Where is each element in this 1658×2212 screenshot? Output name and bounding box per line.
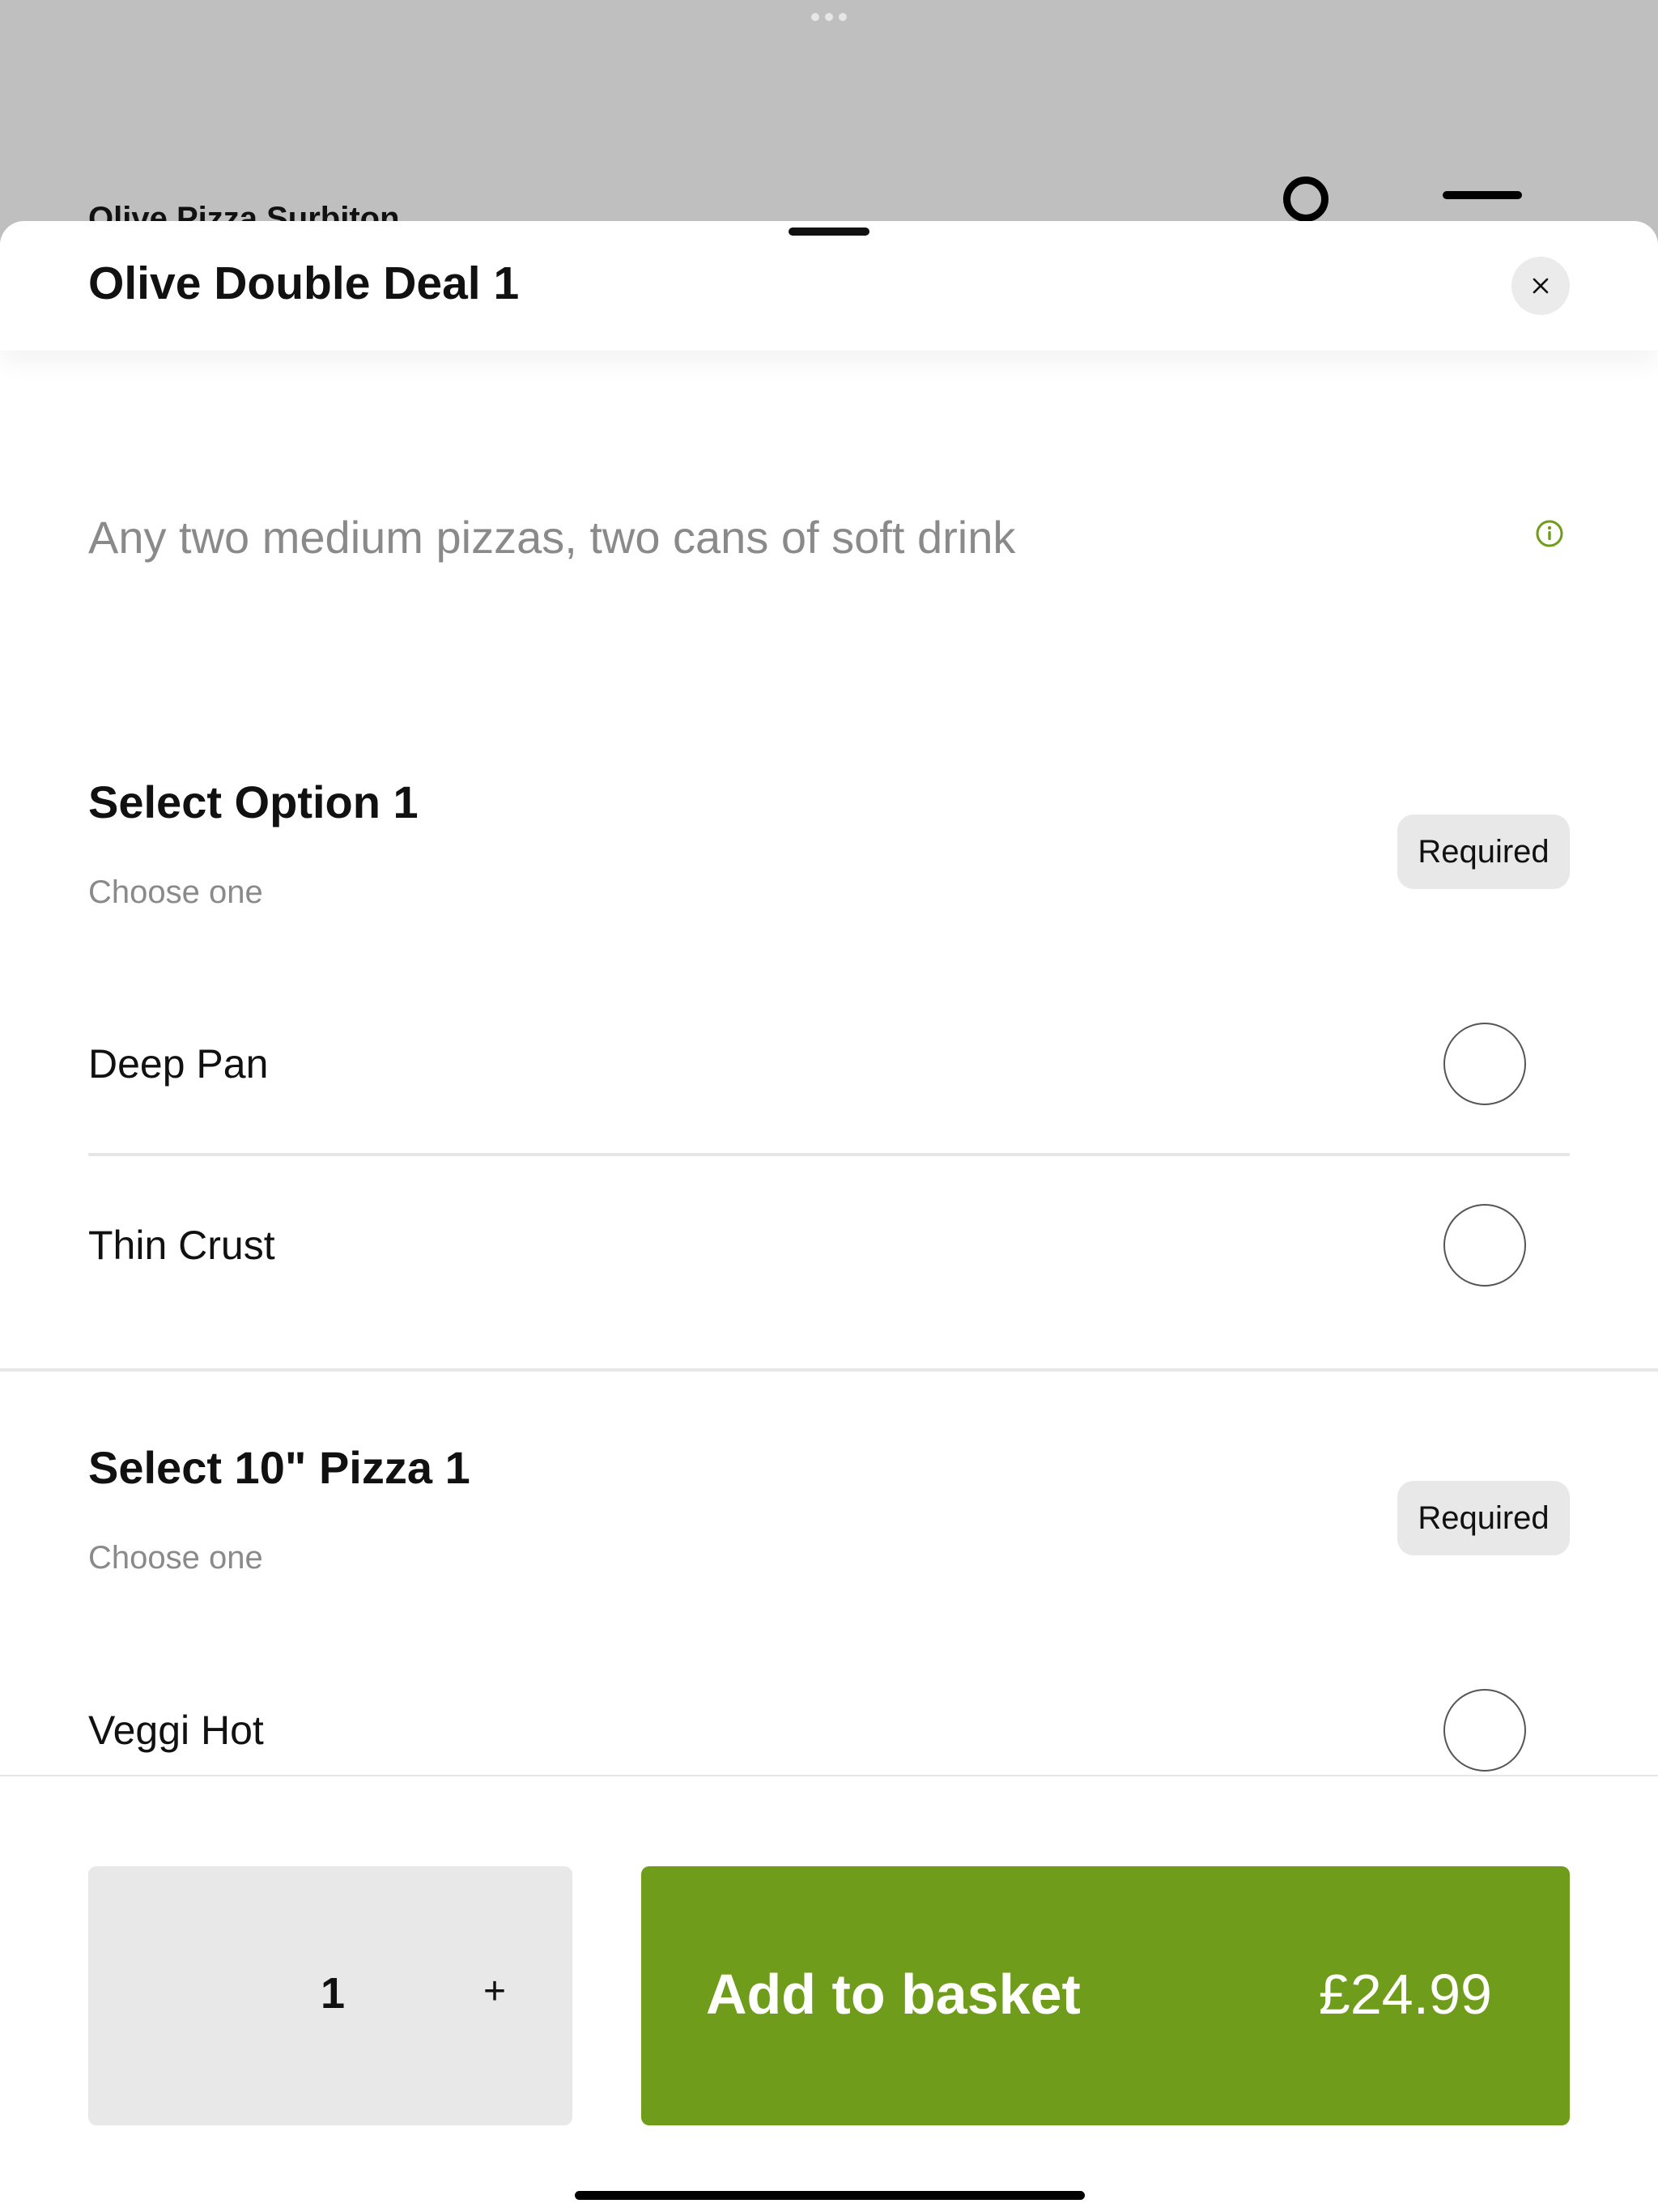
sheet-footer: 1 + Add to basket £24.99 — [0, 1775, 1658, 2212]
quantity-stepper: 1 + — [88, 1866, 572, 2125]
row-divider — [88, 1153, 1570, 1156]
quantity-value: 1 — [320, 1969, 346, 2018]
required-badge: Required — [1397, 1481, 1570, 1555]
section-title-pizza-1: Select 10" Pizza 1 — [88, 1442, 470, 1493]
home-indicator[interactable] — [575, 2191, 1085, 2200]
info-icon[interactable] — [1535, 519, 1564, 548]
item-description: Any two medium pizzas, two cans of soft … — [88, 512, 1016, 563]
menu-icon[interactable] — [1443, 191, 1522, 199]
option-row-deep-pan[interactable]: Deep Pan — [88, 983, 1570, 1145]
user-icon[interactable] — [1283, 177, 1329, 222]
add-to-basket-button[interactable]: Add to basket £24.99 — [641, 1866, 1570, 2125]
multitasking-dots-icon[interactable] — [811, 13, 847, 21]
section-divider — [0, 1368, 1658, 1372]
radio-button[interactable] — [1443, 1204, 1526, 1287]
sheet-grabber[interactable] — [789, 228, 869, 236]
option-label: Thin Crust — [88, 1223, 275, 1268]
item-title: Olive Double Deal 1 — [88, 257, 520, 309]
item-options-sheet: Olive Double Deal 1 Any two medium pizza… — [0, 221, 1658, 2212]
required-badge: Required — [1397, 815, 1570, 889]
close-button[interactable] — [1511, 257, 1570, 315]
option-label: Deep Pan — [88, 1041, 269, 1087]
price-label: £24.99 — [1318, 1963, 1492, 2026]
section-subtitle-pizza-1: Choose one — [88, 1540, 263, 1576]
radio-button[interactable] — [1443, 1023, 1526, 1105]
add-to-basket-label: Add to basket — [706, 1963, 1081, 2026]
section-subtitle-option-1: Choose one — [88, 874, 263, 910]
radio-button[interactable] — [1443, 1689, 1526, 1772]
option-label: Veggi Hot — [88, 1708, 264, 1753]
option-row-thin-crust[interactable]: Thin Crust — [88, 1164, 1570, 1326]
increment-button[interactable]: + — [469, 1965, 521, 2017]
section-title-option-1: Select Option 1 — [88, 776, 419, 827]
sheet-header: Olive Double Deal 1 — [0, 221, 1658, 351]
close-icon — [1533, 278, 1549, 294]
